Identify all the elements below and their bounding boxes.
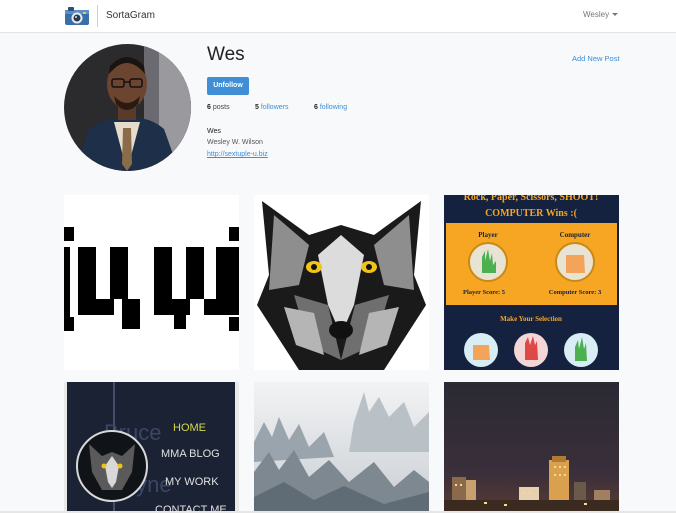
post-tile-hh-logo[interactable] bbox=[64, 195, 239, 370]
bio-website-link[interactable]: http://sextuple-u.biz bbox=[207, 151, 268, 158]
foggy-forest-image bbox=[254, 382, 429, 513]
website-menu-home: HOME bbox=[173, 422, 206, 434]
brand-name[interactable]: SortaGram bbox=[106, 10, 155, 21]
posts-count: 6 bbox=[207, 104, 211, 111]
website-image: Bruce Wayne HOME MMA BLOG MY WORK CONTAC… bbox=[64, 382, 239, 513]
rps-player-label: Player bbox=[478, 231, 497, 239]
bio-display-name: Wes bbox=[207, 128, 221, 135]
rock-choice-icon bbox=[473, 345, 490, 360]
wolf-image bbox=[254, 195, 429, 370]
website-menu-blog: MMA BLOG bbox=[161, 448, 220, 460]
followers-count: 5 bbox=[255, 104, 259, 111]
followers-stat[interactable]: 5 followers bbox=[255, 104, 288, 111]
following-link[interactable]: following bbox=[320, 104, 347, 111]
user-menu-label: Wesley bbox=[583, 10, 610, 19]
add-new-post-link[interactable]: Add New Post bbox=[572, 54, 620, 63]
unfollow-button[interactable]: Unfollow bbox=[207, 77, 249, 95]
profile-username: Wes bbox=[207, 44, 245, 65]
rps-player-score: Player Score: 5 bbox=[463, 289, 506, 296]
top-navbar: SortaGram Wesley bbox=[0, 0, 676, 33]
posts-label: posts bbox=[212, 104, 230, 111]
post-tile-wolf[interactable] bbox=[254, 195, 429, 370]
followers-link[interactable]: followers bbox=[261, 104, 289, 111]
rps-game-image: Rock, Paper, Scissors, SHOOT! COMPUTER W… bbox=[444, 195, 619, 370]
rps-result: COMPUTER Wins :( bbox=[485, 208, 578, 219]
brand-divider bbox=[97, 5, 98, 27]
city-night-image bbox=[444, 382, 619, 513]
rps-computer-label: Computer bbox=[560, 231, 591, 239]
caret-down-icon bbox=[612, 13, 619, 17]
rps-prompt: Make Your Selection bbox=[500, 315, 562, 323]
profile-avatar bbox=[64, 44, 191, 171]
post-tile-city-night[interactable] bbox=[444, 382, 619, 513]
post-tile-rps-game[interactable]: Rock, Paper, Scissors, SHOOT! COMPUTER W… bbox=[444, 195, 619, 370]
following-count: 6 bbox=[314, 104, 318, 111]
paper-hand-icon bbox=[566, 255, 585, 273]
post-tile-foggy-forest[interactable] bbox=[254, 382, 429, 513]
rps-header: Rock, Paper, Scissors, SHOOT! bbox=[464, 195, 599, 203]
user-menu[interactable]: Wesley bbox=[583, 10, 619, 19]
post-tile-website[interactable]: Bruce Wayne HOME MMA BLOG MY WORK CONTAC… bbox=[64, 382, 239, 513]
hh-logo-image bbox=[64, 195, 239, 370]
website-menu-work: MY WORK bbox=[165, 476, 219, 488]
following-stat[interactable]: 6 following bbox=[314, 104, 347, 111]
bio-full-name: Wesley W. Wilson bbox=[207, 139, 263, 146]
posts-stat: 6 posts bbox=[207, 104, 230, 111]
rps-computer-score: Computer Score: 3 bbox=[549, 289, 602, 296]
camera-icon[interactable] bbox=[64, 6, 90, 26]
